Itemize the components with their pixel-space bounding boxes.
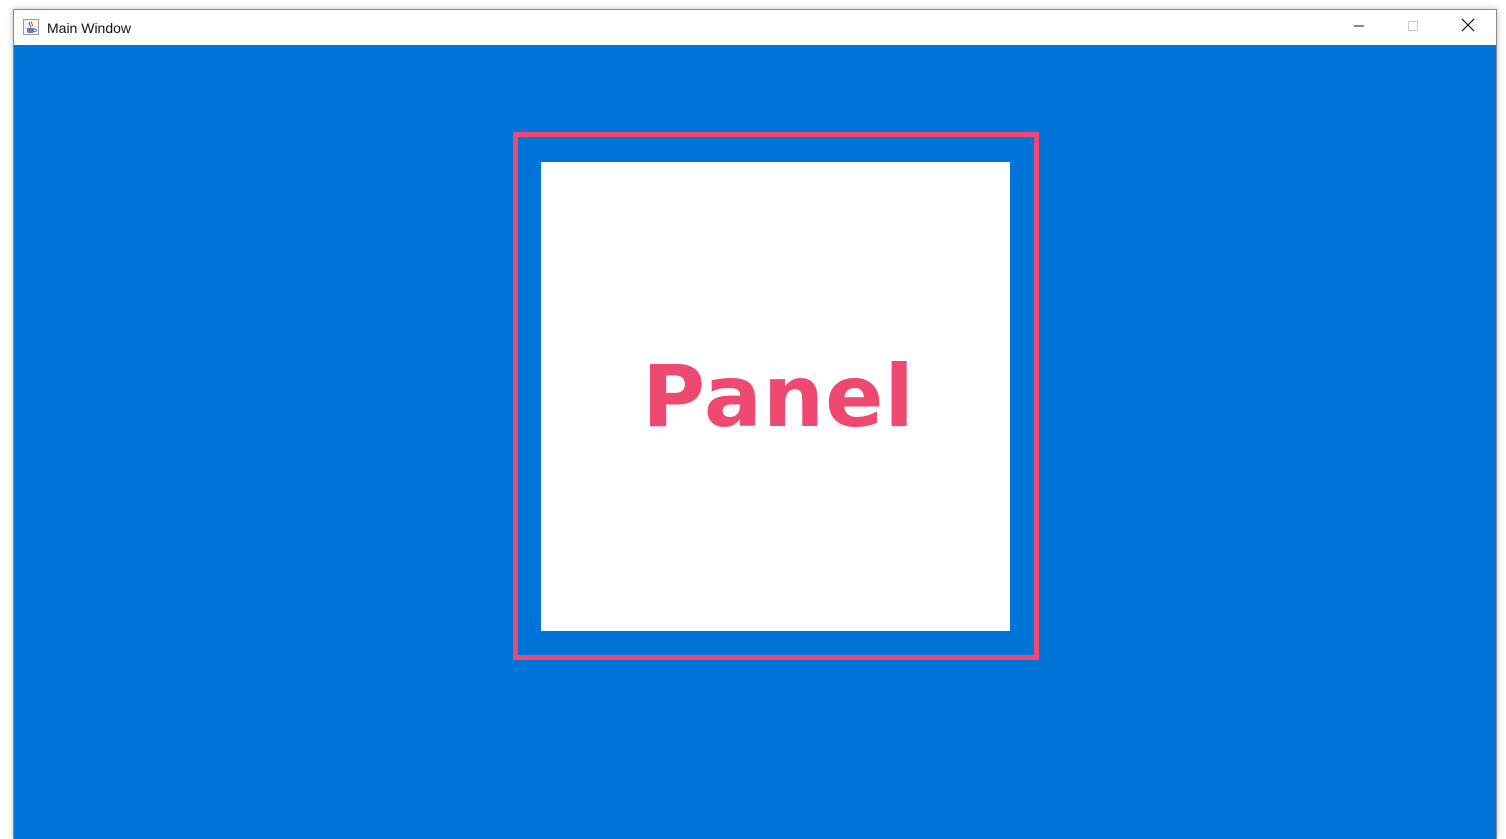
close-button[interactable] [1445, 10, 1491, 45]
maximize-icon [1407, 19, 1419, 37]
main-window: Main Window Panel [13, 9, 1497, 839]
close-icon [1461, 18, 1475, 37]
window-title: Main Window [47, 20, 132, 36]
minimize-icon [1353, 19, 1365, 37]
desktop: Main Window Panel [0, 0, 1506, 839]
java-cup-icon[interactable] [23, 19, 39, 35]
maximize-button[interactable] [1390, 10, 1436, 45]
minimize-button[interactable] [1336, 10, 1382, 45]
panel-label: Panel [642, 346, 915, 447]
content-area: Panel [14, 45, 1496, 839]
title-bar[interactable]: Main Window [14, 10, 1496, 45]
panel[interactable]: Panel [541, 162, 1010, 631]
